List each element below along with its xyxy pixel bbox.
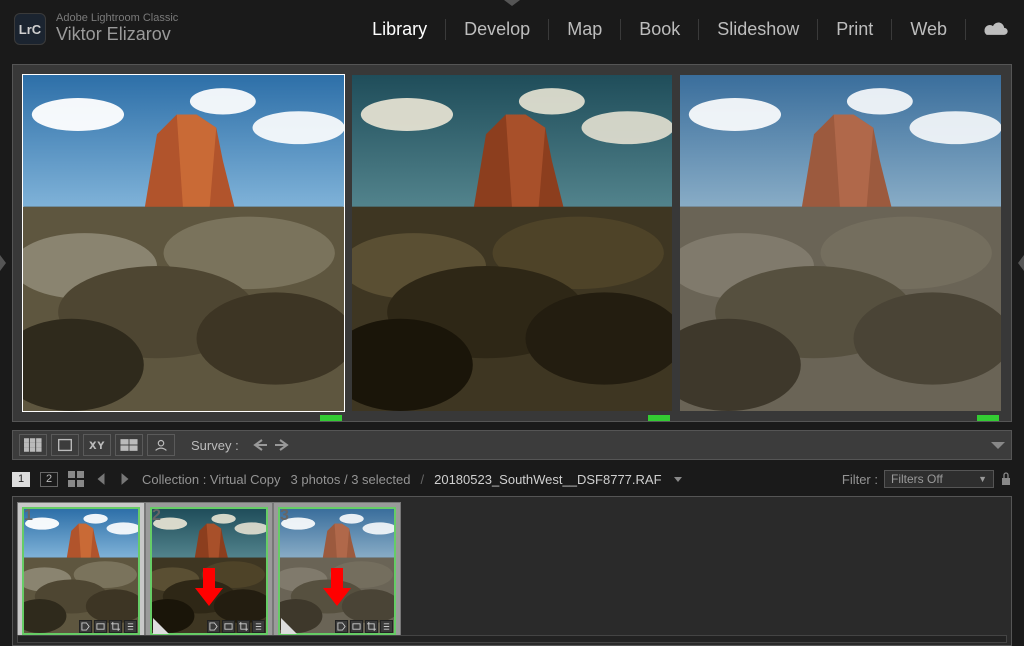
window-1-button[interactable]: 1 [12,472,30,487]
svg-text:Y: Y [98,441,104,451]
thumb-index: 1 [24,507,33,525]
module-web[interactable]: Web [892,19,966,40]
breadcrumb-path[interactable]: 20180523_SouthWest__DSF8777.RAF [434,472,661,487]
survey-cell-1[interactable] [23,75,344,411]
thumb-badges [207,620,265,633]
module-library[interactable]: Library [354,19,446,40]
photo-1 [23,75,344,411]
filter-preset-select[interactable]: Filters Off ▼ [884,470,994,488]
library-toolbar: XY Survey : [12,430,1012,460]
filter-label: Filter : [842,472,878,487]
people-view-button[interactable] [147,434,175,456]
collection-label: Collection : Virtual Copy [142,472,281,487]
toolbar-mode-label: Survey : [191,438,239,453]
survey-cell-2[interactable] [352,75,673,411]
crop-badge-icon[interactable] [109,620,122,633]
window-2-button[interactable]: 2 [40,472,58,487]
annotation-arrow-icon [191,566,227,606]
grid-view-button[interactable] [19,434,47,456]
crop-badge-icon[interactable] [237,620,250,633]
filmstrip-scrollbar[interactable] [17,635,1007,643]
annotation-arrow-icon [319,566,355,606]
left-panel-handle[interactable] [0,255,6,271]
pick-flag-icon [320,415,342,421]
module-picker: Library Develop Map Book Slideshow Print… [354,19,1010,40]
thumb-3[interactable]: 3 [273,502,401,640]
photo-count-label: 3 photos / 3 selected [291,472,411,487]
thumb-badges [335,620,393,633]
module-slideshow[interactable]: Slideshow [699,19,818,40]
survey-view [12,64,1012,422]
thumb-badges [79,620,137,633]
virtual-copy-icon [153,618,169,634]
next-photo-button[interactable] [273,436,291,454]
app-header: LrC Adobe Lightroom Classic Viktor Eliza… [0,0,1024,58]
photo-2 [352,75,673,411]
loupe-view-button[interactable] [51,434,79,456]
thumb-image [22,507,140,635]
keyword-badge-icon[interactable] [79,620,92,633]
survey-cell-3[interactable] [680,75,1001,411]
module-book[interactable]: Book [621,19,699,40]
filmstrip-infobar: 1 2 Collection : Virtual Copy 3 photos /… [12,468,1012,490]
module-develop[interactable]: Develop [446,19,549,40]
survey-view-button[interactable] [115,434,143,456]
breadcrumb-dropdown-icon[interactable] [674,477,682,482]
user-name-label: Viktor Elizarov [56,24,178,46]
thumb-1[interactable]: 1 [17,502,145,640]
app-logo: LrC [14,13,46,45]
cloud-sync-icon[interactable] [982,19,1010,39]
svg-text:X: X [90,441,96,451]
module-print[interactable]: Print [818,19,892,40]
crop-badge-icon[interactable] [365,620,378,633]
module-map[interactable]: Map [549,19,621,40]
thumb-2[interactable]: 2 [145,502,273,640]
pick-flag-icon [977,415,999,421]
compare-view-button[interactable]: XY [83,434,111,456]
develop-badge-icon[interactable] [380,620,393,633]
secondary-grid-icon[interactable] [68,471,84,487]
filmstrip: 1 2 3 [12,496,1012,646]
top-panel-handle[interactable] [504,0,520,6]
filter-value: Filters Off [891,472,943,486]
thumb-index: 3 [280,507,289,525]
keyword-badge-icon[interactable] [207,620,220,633]
thumb-strip: 1 2 3 [13,497,405,645]
thumb-index: 2 [152,507,161,525]
keyword-badge-icon[interactable] [335,620,348,633]
collection-badge-icon[interactable] [222,620,235,633]
nav-forward-button[interactable] [118,472,132,486]
right-panel-handle[interactable] [1018,255,1024,271]
develop-badge-icon[interactable] [252,620,265,633]
virtual-copy-icon [281,618,297,634]
prev-photo-button[interactable] [251,436,269,454]
photo-3 [680,75,1001,411]
collection-badge-icon[interactable] [94,620,107,633]
develop-badge-icon[interactable] [124,620,137,633]
app-name-label: Adobe Lightroom Classic [56,12,178,24]
toolbar-collapse-icon[interactable] [991,442,1005,449]
filter-lock-icon[interactable] [1000,472,1012,486]
collection-badge-icon[interactable] [350,620,363,633]
nav-back-button[interactable] [94,472,108,486]
breadcrumb-sep: / [420,472,424,487]
pick-flag-icon [648,415,670,421]
identity-plate: Adobe Lightroom Classic Viktor Elizarov [56,12,178,46]
